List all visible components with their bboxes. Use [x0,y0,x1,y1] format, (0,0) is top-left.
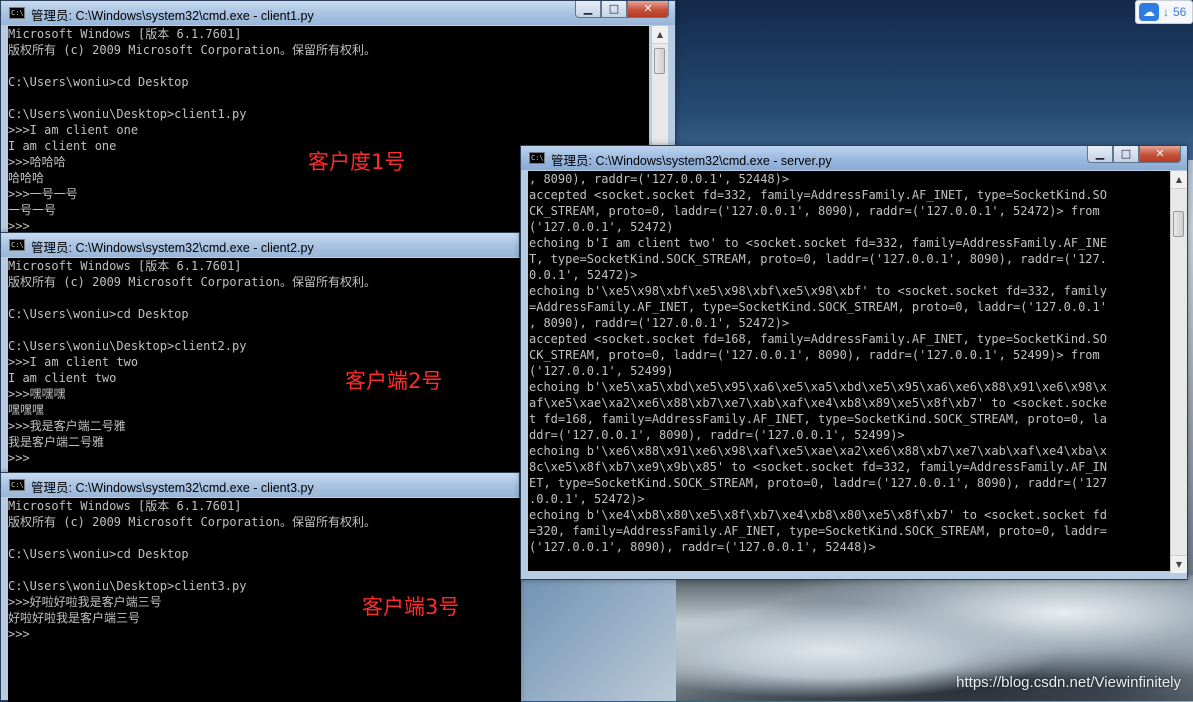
scroll-up-arrow-icon[interactable]: ▲ [652,26,668,44]
cloud-icon: ☁ [1139,3,1159,21]
console-output[interactable]: , 8090), raddr=('127.0.0.1', 52448)> acc… [528,171,1170,571]
annotation-client2: 客户端2号 [345,369,443,393]
console-line: 0.0.1', 52472)> [529,268,638,282]
console-line: ddr=('127.0.0.1', 8090), raddr=('127.0.0… [529,428,905,442]
console-line: >>>我是客户端二号雅 [8,419,126,433]
title-bar[interactable]: C:\ 管理员: C:\Windows\system32\cmd.exe - s… [521,146,1187,170]
window-title: 管理员: C:\Windows\system32\cmd.exe - clien… [31,241,314,255]
minimize-button[interactable]: ▁ [575,1,601,18]
cloud-download-badge[interactable]: ☁ ↓ 56 [1135,0,1193,24]
console-line: C:\Users\woniu>cd Desktop [8,75,189,89]
maximize-button[interactable]: □ [1113,146,1139,163]
console-line: C:\Users\woniu>cd Desktop [8,307,189,321]
window-title: 管理员: C:\Windows\system32\cmd.exe - clien… [31,9,314,23]
console-line: 版权所有 (c) 2009 Microsoft Corporation。保留所有… [8,275,376,289]
cmd-window-client3[interactable]: C:\ 管理员: C:\Windows\system32\cmd.exe - c… [0,472,521,702]
title-bar[interactable]: C:\ 管理员: C:\Windows\system32\cmd.exe - c… [1,233,519,257]
console-output[interactable]: Microsoft Windows [版本 6.1.7601] 版权所有 (c)… [8,258,521,478]
scroll-thumb[interactable] [1173,211,1184,237]
cmd-icon: C:\ [9,239,25,251]
console-line: =AddressFamily.AF_INET, type=SocketKind.… [529,300,1107,314]
vertical-scrollbar[interactable]: ▲ ▼ [1170,171,1187,573]
desktop-wallpaper-sky [676,0,1193,160]
tray-badge-count: 56 [1173,5,1187,19]
console-line: af\xe5\xae\xa2\xe6\x88\xb7\xe7\xab\xaf\x… [529,396,1107,410]
console-line: 嘿嘿嘿 [8,403,45,417]
maximize-button[interactable]: □ [601,1,627,18]
console-line: C:\Users\woniu>cd Desktop [8,547,189,561]
annotation-client1: 客户度1号 [308,150,406,174]
console-line: t fd=168, family=AddressFamily.AF_INET, … [529,412,1107,426]
window-title: 管理员: C:\Windows\system32\cmd.exe - clien… [31,481,314,495]
console-line: echoing b'\xe5\x98\xbf\xe5\x98\xbf\xe5\x… [529,284,1107,298]
console-line: 8c\xe5\x8f\xb7\xe9\x9b\x85' to <socket.s… [529,460,1107,474]
console-line: CK_STREAM, proto=0, laddr=('127.0.0.1', … [529,204,1100,218]
console-line: accepted <socket.socket fd=168, family=A… [529,332,1107,346]
cmd-window-server[interactable]: C:\ 管理员: C:\Windows\system32\cmd.exe - s… [520,145,1188,580]
close-button[interactable]: ✕ [627,1,669,18]
console-line: ('127.0.0.1', 52499) [529,364,674,378]
cmd-icon: C:\ [529,152,545,164]
console-line: Microsoft Windows [版本 6.1.7601] [8,259,242,273]
download-arrow-icon: ↓ [1163,5,1169,19]
console-line: >>> [8,627,30,641]
console-line: I am client two [8,371,117,385]
minimize-button[interactable]: ▁ [1087,146,1113,163]
title-bar[interactable]: C:\ 管理员: C:\Windows\system32\cmd.exe - c… [1,1,675,25]
console-line: ('127.0.0.1', 8090), raddr=('127.0.0.1',… [529,540,876,554]
console-line: >>>I am client one [8,123,139,137]
cmd-window-client2[interactable]: C:\ 管理员: C:\Windows\system32\cmd.exe - c… [0,232,521,479]
console-line: T, type=SocketKind.SOCK_STREAM, proto=0,… [529,252,1107,266]
scroll-down-arrow-icon[interactable]: ▼ [1171,555,1187,573]
console-line: Microsoft Windows [版本 6.1.7601] [8,27,242,41]
scroll-up-arrow-icon[interactable]: ▲ [1171,171,1187,189]
console-line: echoing b'I am client two' to <socket.so… [529,236,1107,250]
cmd-icon: C:\ [9,479,25,491]
title-bar[interactable]: C:\ 管理员: C:\Windows\system32\cmd.exe - c… [1,473,519,497]
console-line: 版权所有 (c) 2009 Microsoft Corporation。保留所有… [8,43,376,57]
console-line: accepted <socket.socket fd=332, family=A… [529,188,1107,202]
console-line: >>>嘿嘿嘿 [8,387,66,401]
watermark-url: https://blog.csdn.net/Viewinfinitely [956,674,1181,691]
scroll-thumb[interactable] [654,48,665,74]
console-line: >>> [8,451,30,465]
console-line: C:\Users\woniu\Desktop>client2.py [8,339,247,353]
console-line: 我是客户端二号雅 [8,435,105,449]
console-line: 版权所有 (c) 2009 Microsoft Corporation。保留所有… [8,515,376,529]
console-line: ('127.0.0.1', 52472) [529,220,674,234]
console-line: C:\Users\woniu\Desktop>client1.py [8,107,247,121]
console-line: ET, type=SocketKind.SOCK_STREAM, proto=0… [529,476,1107,490]
console-line: CK_STREAM, proto=0, laddr=('127.0.0.1', … [529,348,1100,362]
console-line: Microsoft Windows [版本 6.1.7601] [8,499,242,513]
cmd-icon: C:\ [9,7,25,19]
close-button[interactable]: ✕ [1139,146,1181,163]
console-line: >>>I am client two [8,355,139,369]
console-line: echoing b'\xe4\xb8\x80\xe5\x8f\xb7\xe4\x… [529,508,1107,522]
console-line: .0.0.1', 52472)> [529,492,645,506]
console-line: , 8090), raddr=('127.0.0.1', 52448)> [529,172,790,186]
console-line: =320, family=AddressFamily.AF_INET, type… [529,524,1107,538]
console-line: echoing b'\xe6\x88\x91\xe6\x98\xaf\xe5\x… [529,444,1107,458]
window-title: 管理员: C:\Windows\system32\cmd.exe - serve… [551,154,832,168]
console-line: , 8090), raddr=('127.0.0.1', 52472)> [529,316,790,330]
console-line: echoing b'\xe5\xa5\xbd\xe5\x95\xa6\xe5\x… [529,380,1107,394]
annotation-client3: 客户端3号 [362,595,460,619]
